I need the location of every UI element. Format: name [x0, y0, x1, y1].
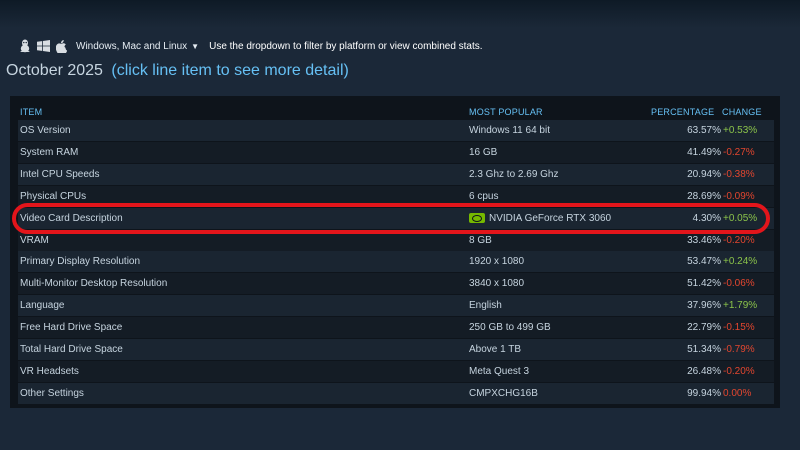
row-most-popular-value: 250 GB to 499 GB: [469, 322, 551, 334]
table-row[interactable]: System RAM 16 GB 41.49% -0.27%: [18, 141, 774, 163]
row-percentage: 22.79%: [687, 322, 721, 334]
row-most-popular: 1920 x 1080: [469, 256, 524, 267]
row-most-popular: 16 GB: [469, 147, 497, 158]
row-most-popular-value: 1920 x 1080: [469, 256, 525, 268]
table-row[interactable]: Multi-Monitor Desktop Resolution 3840 x 1…: [18, 273, 774, 295]
row-most-popular-value: Above 1 TB: [469, 344, 522, 355]
row-percentage: 37.96%: [687, 300, 721, 312]
row-change: -0.15%: [723, 322, 755, 334]
header-item: ITEM: [20, 107, 43, 117]
row-item-label: Video Card Description: [20, 212, 123, 224]
row-most-popular: 3840 x 1080: [469, 278, 524, 289]
page-title: October 2025 (click line item to see mor…: [6, 62, 349, 80]
row-change: -0.20%: [723, 365, 755, 377]
row-most-popular: Meta Quest 3: [469, 366, 529, 377]
month-title: October 2025: [6, 62, 103, 79]
platform-dropdown[interactable]: Windows, Mac and Linux ▼: [76, 41, 199, 52]
table-row[interactable]: Intel CPU Speeds 2.3 Ghz to 2.69 Ghz 20.94…: [18, 163, 774, 185]
row-change: -0.27%: [723, 146, 755, 158]
table-row[interactable]: Video Card Description NVIDIA GeForce RTX…: [18, 207, 774, 229]
row-most-popular-value: English: [469, 300, 502, 312]
header-percentage: PERCENTAGE: [651, 107, 715, 117]
row-item-label: Multi-Monitor Desktop Resolution: [20, 278, 168, 290]
apple-icon: [54, 39, 68, 53]
detail-hint-link[interactable]: (click line item to see more detail): [111, 62, 348, 79]
windows-icon: [36, 39, 50, 53]
row-item-label: Other Settings: [20, 387, 84, 399]
table-row[interactable]: OS Version Windows 11 64 bit 63.57% +0.53%: [18, 120, 774, 141]
row-change: -0.79%: [723, 344, 755, 355]
row-most-popular-value: 3840 x 1080: [469, 278, 525, 290]
row-most-popular-value: 2.3 Ghz to 2.69 Ghz: [469, 168, 559, 180]
row-change: -0.06%: [723, 278, 755, 290]
row-change: -0.20%: [723, 234, 755, 246]
row-percentage: 41.49%: [687, 146, 721, 158]
nvidia-logo-icon: [469, 213, 485, 224]
row-most-popular: 6 cpus: [469, 191, 498, 202]
row-change: 0.00%: [723, 387, 752, 399]
row-item-label: Primary Display Resolution: [20, 256, 141, 268]
table-row[interactable]: Free Hard Drive Space 250 GB to 499 GB 22.…: [18, 317, 774, 339]
row-most-popular-value: 16 GB: [469, 146, 498, 158]
row-most-popular-value: Windows 11 64 bit: [469, 125, 550, 136]
platform-filter-bar: Windows, Mac and Linux ▼ Use the dropdow…: [18, 38, 483, 54]
table-row[interactable]: Physical CPUs 6 cpus 28.69% -0.09%: [18, 185, 774, 207]
row-change: +0.53%: [723, 125, 758, 136]
row-percentage: 4.30%: [692, 212, 721, 224]
row-percentage: 99.94%: [687, 387, 721, 399]
row-item-label: VRAM: [20, 234, 49, 246]
row-change: +0.24%: [723, 256, 758, 268]
row-change: +0.05%: [723, 212, 758, 224]
row-most-popular-value: 8 GB: [469, 234, 492, 246]
row-most-popular: NVIDIA GeForce RTX 3060: [469, 213, 611, 224]
row-change: +1.79%: [723, 300, 758, 312]
header-most-popular: MOST POPULAR: [469, 107, 543, 117]
row-most-popular: CMPXCHG16B: [469, 388, 538, 399]
chevron-down-icon: ▼: [191, 41, 200, 51]
table-row[interactable]: Language English 37.96% +1.79%: [18, 295, 774, 317]
row-most-popular-value: NVIDIA GeForce RTX 3060: [489, 212, 612, 224]
row-percentage: 63.57%: [687, 125, 721, 136]
table-row[interactable]: Primary Display Resolution 1920 x 1080 53.…: [18, 251, 774, 273]
row-most-popular: 250 GB to 499 GB: [469, 322, 551, 333]
platform-hint-text: Use the dropdown to filter by platform o…: [209, 40, 483, 52]
row-percentage: 26.48%: [687, 365, 721, 377]
row-percentage: 51.42%: [687, 278, 721, 290]
row-item-label: Physical CPUs: [20, 190, 87, 202]
row-item-label: Language: [20, 300, 65, 312]
top-gradient: [0, 0, 800, 28]
row-item-label: OS Version: [20, 125, 71, 136]
row-most-popular: 2.3 Ghz to 2.69 Ghz: [469, 169, 559, 180]
row-most-popular-value: CMPXCHG16B: [469, 387, 538, 399]
row-percentage: 33.46%: [687, 234, 721, 246]
row-item-label: VR Headsets: [20, 365, 79, 377]
row-percentage: 28.69%: [687, 190, 721, 202]
row-item-label: Total Hard Drive Space: [20, 344, 123, 355]
hardware-stats-table: ITEM MOST POPULAR PERCENTAGE CHANGE OS V…: [10, 96, 780, 408]
row-most-popular: Windows 11 64 bit: [469, 125, 550, 136]
row-most-popular: Above 1 TB: [469, 344, 521, 355]
row-item-label: System RAM: [20, 146, 79, 158]
table-row[interactable]: Total Hard Drive Space Above 1 TB 51.34% -0…: [18, 339, 774, 360]
table-row[interactable]: VRAM 8 GB 33.46% -0.20%: [18, 229, 774, 251]
row-percentage: 20.94%: [687, 168, 721, 180]
row-item-label: Free Hard Drive Space: [20, 322, 123, 334]
row-item-label: Intel CPU Speeds: [20, 168, 100, 180]
table-row[interactable]: Other Settings CMPXCHG16B 99.94% 0.00%: [18, 382, 774, 404]
row-change: -0.09%: [723, 190, 755, 202]
linux-icon: [18, 39, 32, 53]
table-header: ITEM MOST POPULAR PERCENTAGE CHANGE: [10, 96, 780, 122]
table-row[interactable]: VR Headsets Meta Quest 3 26.48% -0.20%: [18, 360, 774, 382]
header-change: CHANGE: [722, 107, 762, 117]
row-most-popular: 8 GB: [469, 235, 492, 246]
row-percentage: 53.47%: [687, 256, 721, 268]
row-most-popular-value: Meta Quest 3: [469, 365, 530, 377]
row-change: -0.38%: [723, 168, 755, 180]
row-most-popular: English: [469, 300, 502, 311]
row-most-popular-value: 6 cpus: [469, 190, 499, 202]
row-percentage: 51.34%: [687, 344, 721, 355]
platform-dropdown-label: Windows, Mac and Linux: [76, 40, 188, 52]
